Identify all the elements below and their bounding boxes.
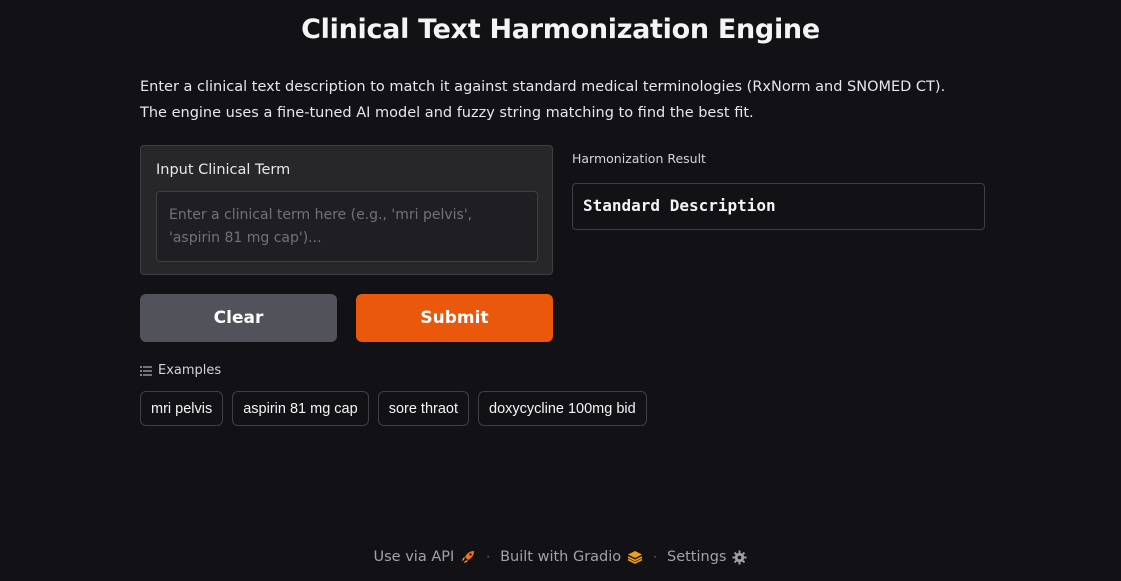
rocket-icon [460,549,476,565]
use-via-api-link[interactable]: Use via API [374,549,477,565]
list-icon [140,365,152,376]
settings-label: Settings [666,549,727,565]
gear-icon [732,549,747,565]
result-output: Standard Description [572,183,985,230]
examples-list: mri pelvis aspirin 81 mg cap sore thraot… [140,391,647,426]
result-text: Standard Description [583,196,776,215]
use-via-api-label: Use via API [373,549,455,565]
submit-button[interactable]: Submit [356,294,553,342]
input-panel: Input Clinical Term [140,145,553,275]
app-page: Clinical Text Harmonization Engine Enter… [0,0,1121,581]
gradio-logo-icon [627,550,643,564]
footer-separator: · [653,550,657,564]
page-title: Clinical Text Harmonization Engine [301,14,820,45]
example-chip[interactable]: sore thraot [377,391,470,426]
clear-button[interactable]: Clear [140,294,337,342]
examples-label: Examples [158,363,222,378]
example-chip[interactable]: doxycycline 100mg bid [478,391,647,426]
example-chip[interactable]: mri pelvis [140,391,224,426]
example-chip[interactable]: aspirin 81 mg cap [232,391,369,426]
built-with-gradio-link[interactable]: Built with Gradio [500,549,643,565]
result-label: Harmonization Result [572,151,706,166]
settings-link[interactable]: Settings [667,549,747,565]
input-label: Input Clinical Term [156,162,291,178]
examples-header: Examples [140,363,221,378]
page-description: Enter a clinical text description to mat… [140,79,946,121]
footer-separator: · [486,550,491,564]
clinical-term-input[interactable] [156,191,538,262]
built-with-gradio-label: Built with Gradio [500,549,622,565]
footer: Use via API · Built with Gradio · Settin… [0,549,1121,565]
